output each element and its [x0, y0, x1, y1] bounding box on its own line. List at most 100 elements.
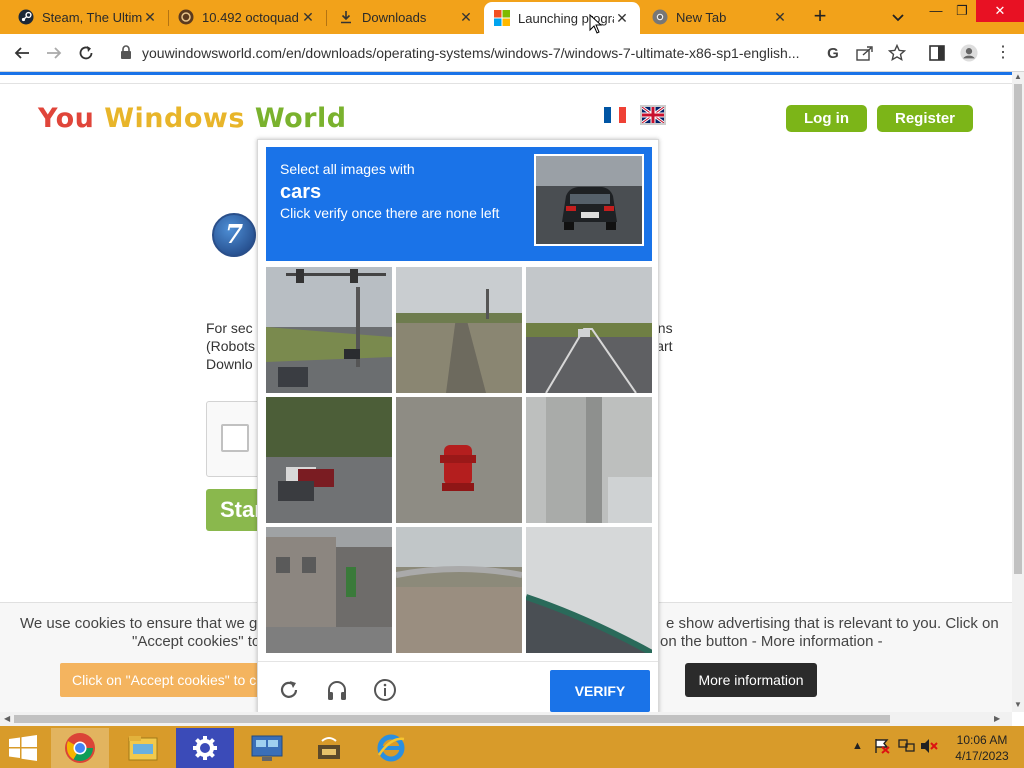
taskbar-file-explorer-icon[interactable] — [114, 728, 172, 768]
kebab-menu-icon[interactable]: ⋮ — [994, 44, 1012, 62]
restore-icon[interactable]: ❐ — [946, 0, 978, 22]
captcha-tile-3[interactable] — [526, 267, 652, 393]
captcha-tile-8[interactable] — [396, 527, 522, 653]
scroll-up-arrow-icon[interactable]: ▲ — [1014, 72, 1022, 81]
profile-avatar-icon[interactable] — [960, 44, 978, 62]
chrome-icon — [652, 9, 668, 25]
captcha-tile-2[interactable] — [396, 267, 522, 393]
captcha-tile-9[interactable] — [526, 527, 652, 653]
audio-headphones-icon[interactable] — [323, 676, 351, 704]
scroll-down-arrow-icon[interactable]: ▼ — [1014, 700, 1022, 709]
bookmark-star-icon[interactable] — [888, 44, 906, 62]
clock-date: 4/17/2023 — [955, 749, 1009, 763]
windows-icon — [494, 10, 510, 26]
scroll-right-arrow-icon[interactable]: ▶ — [994, 714, 1000, 723]
address-bar[interactable]: youwindowsworld.com/en/downloads/operati… — [110, 38, 920, 68]
cookie-text-left-2: "Accept cookies" to — [132, 633, 261, 650]
captcha-target-word: cars — [280, 181, 322, 203]
browser-toolbar: youwindowsworld.com/en/downloads/operati… — [0, 34, 1024, 72]
captcha-subinstruction: Click verify once there are none left — [280, 205, 500, 221]
captcha-tile-1[interactable] — [266, 267, 392, 393]
taskbar-settings-gear-icon[interactable] — [176, 728, 234, 768]
vertical-scroll-thumb[interactable] — [1014, 84, 1022, 574]
logo-word-windows: Windows — [104, 103, 245, 134]
url-text: youwindowsworld.com/en/downloads/operati… — [142, 45, 800, 61]
tray-flag-notification-icon[interactable] — [874, 738, 890, 757]
tray-overflow-chevron-icon[interactable]: ▲ — [852, 740, 863, 752]
close-tab-icon[interactable]: ✕ — [142, 9, 158, 26]
start-button-windows-icon[interactable] — [8, 735, 38, 761]
close-tab-icon[interactable]: ✕ — [300, 9, 316, 26]
taskbar-clock[interactable]: 10:06 AM 4/17/2023 — [950, 732, 1014, 764]
share-icon[interactable] — [856, 44, 874, 62]
tab-octoquad[interactable]: 10.492 octoquad ✕ — [168, 0, 326, 34]
cookie-text-right-1: e show advertising that is relevant to y… — [666, 615, 999, 632]
close-tab-icon[interactable]: ✕ — [772, 9, 788, 26]
captcha-header: Select all images with cars Click verify… — [266, 147, 652, 261]
tab-launching-program[interactable]: Launching program ✕ — [484, 2, 640, 34]
logo-word-you: You — [38, 103, 95, 134]
clock-time: 10:06 AM — [956, 733, 1008, 747]
tab-title: Steam, The Ultimate — [42, 9, 142, 25]
forward-arrow-icon[interactable] — [42, 42, 66, 64]
taskbar-internet-explorer-icon[interactable] — [362, 728, 420, 768]
captcha-challenge: Select all images with cars Click verify… — [257, 139, 659, 714]
cookie-text-left-1: We use cookies to ensure that we g — [20, 615, 258, 632]
lock-icon[interactable] — [120, 44, 134, 62]
reload-icon[interactable] — [74, 42, 98, 64]
mouse-cursor-icon — [589, 14, 603, 34]
close-tab-icon[interactable]: ✕ — [614, 10, 630, 27]
tray-network-icon[interactable] — [898, 738, 916, 757]
taskbar-chrome-icon[interactable] — [51, 728, 109, 768]
windows-taskbar: ▲ 10:06 AM 4/17/2023 — [0, 726, 1024, 768]
horizontal-scrollbar[interactable]: ◀ ▶ — [0, 712, 1012, 726]
verify-button[interactable]: VERIFY — [550, 670, 650, 712]
octoquad-icon — [178, 9, 194, 25]
captcha-instruction: Select all images with — [280, 161, 415, 177]
tab-downloads[interactable]: Downloads ✕ — [328, 0, 484, 34]
site-logo[interactable]: You Windows World — [38, 103, 347, 134]
tray-volume-muted-icon[interactable] — [920, 738, 938, 757]
windows-7-logo-icon: 7 — [212, 213, 256, 257]
tab-title: 10.492 octoquad — [202, 9, 299, 25]
captcha-tile-4[interactable] — [266, 397, 392, 523]
captcha-footer: VERIFY — [258, 661, 658, 714]
french-flag-icon[interactable] — [604, 107, 626, 123]
uk-flag-icon[interactable] — [640, 105, 666, 125]
captcha-sample-image — [534, 154, 644, 246]
captcha-tile-5[interactable] — [396, 397, 522, 523]
robot-checkbox[interactable] — [221, 424, 249, 452]
tab-steam[interactable]: Steam, The Ultimate ✕ — [8, 0, 168, 34]
download-icon — [338, 9, 354, 25]
accept-cookies-button[interactable]: Click on "Accept cookies" to c — [60, 663, 270, 697]
tab-title: New Tab — [676, 9, 727, 25]
taskbar-remote-desktop-icon[interactable] — [238, 728, 296, 768]
captcha-image-grid — [266, 267, 652, 653]
captcha-tile-6[interactable] — [526, 397, 652, 523]
tab-title: Downloads — [362, 9, 427, 25]
browser-tab-strip: Steam, The Ultimate ✕ 10.492 octoquad ✕ … — [0, 0, 1024, 34]
login-button[interactable]: Log in — [786, 105, 867, 132]
close-tab-icon[interactable]: ✕ — [458, 9, 474, 26]
window-close-icon[interactable]: ✕ — [976, 0, 1024, 22]
tab-search-chevron-icon[interactable] — [888, 7, 908, 27]
horizontal-scroll-thumb[interactable] — [14, 715, 890, 723]
tab-divider — [326, 10, 327, 26]
register-button[interactable]: Register — [877, 105, 973, 132]
tab-new-tab[interactable]: New Tab ✕ — [642, 0, 798, 34]
scroll-left-arrow-icon[interactable]: ◀ — [4, 714, 10, 723]
side-panel-icon[interactable] — [928, 44, 946, 62]
steam-icon — [18, 9, 34, 25]
cookie-text-right-2: on the button - More information - — [660, 633, 883, 650]
back-arrow-icon[interactable] — [10, 42, 34, 64]
info-icon[interactable] — [371, 676, 399, 704]
taskbar-wifi-radio-icon[interactable] — [300, 728, 358, 768]
google-icon[interactable]: G — [824, 44, 842, 62]
more-information-button[interactable]: More information — [685, 663, 817, 697]
captcha-tile-7[interactable] — [266, 527, 392, 653]
new-tab-plus-icon[interactable]: + — [808, 5, 832, 29]
vertical-scrollbar[interactable]: ▲ ▼ — [1012, 72, 1024, 712]
logo-word-world: World — [254, 103, 347, 134]
page-body-text-left: For sec (Robots Downlo — [206, 320, 256, 372]
refresh-icon[interactable] — [275, 676, 303, 704]
